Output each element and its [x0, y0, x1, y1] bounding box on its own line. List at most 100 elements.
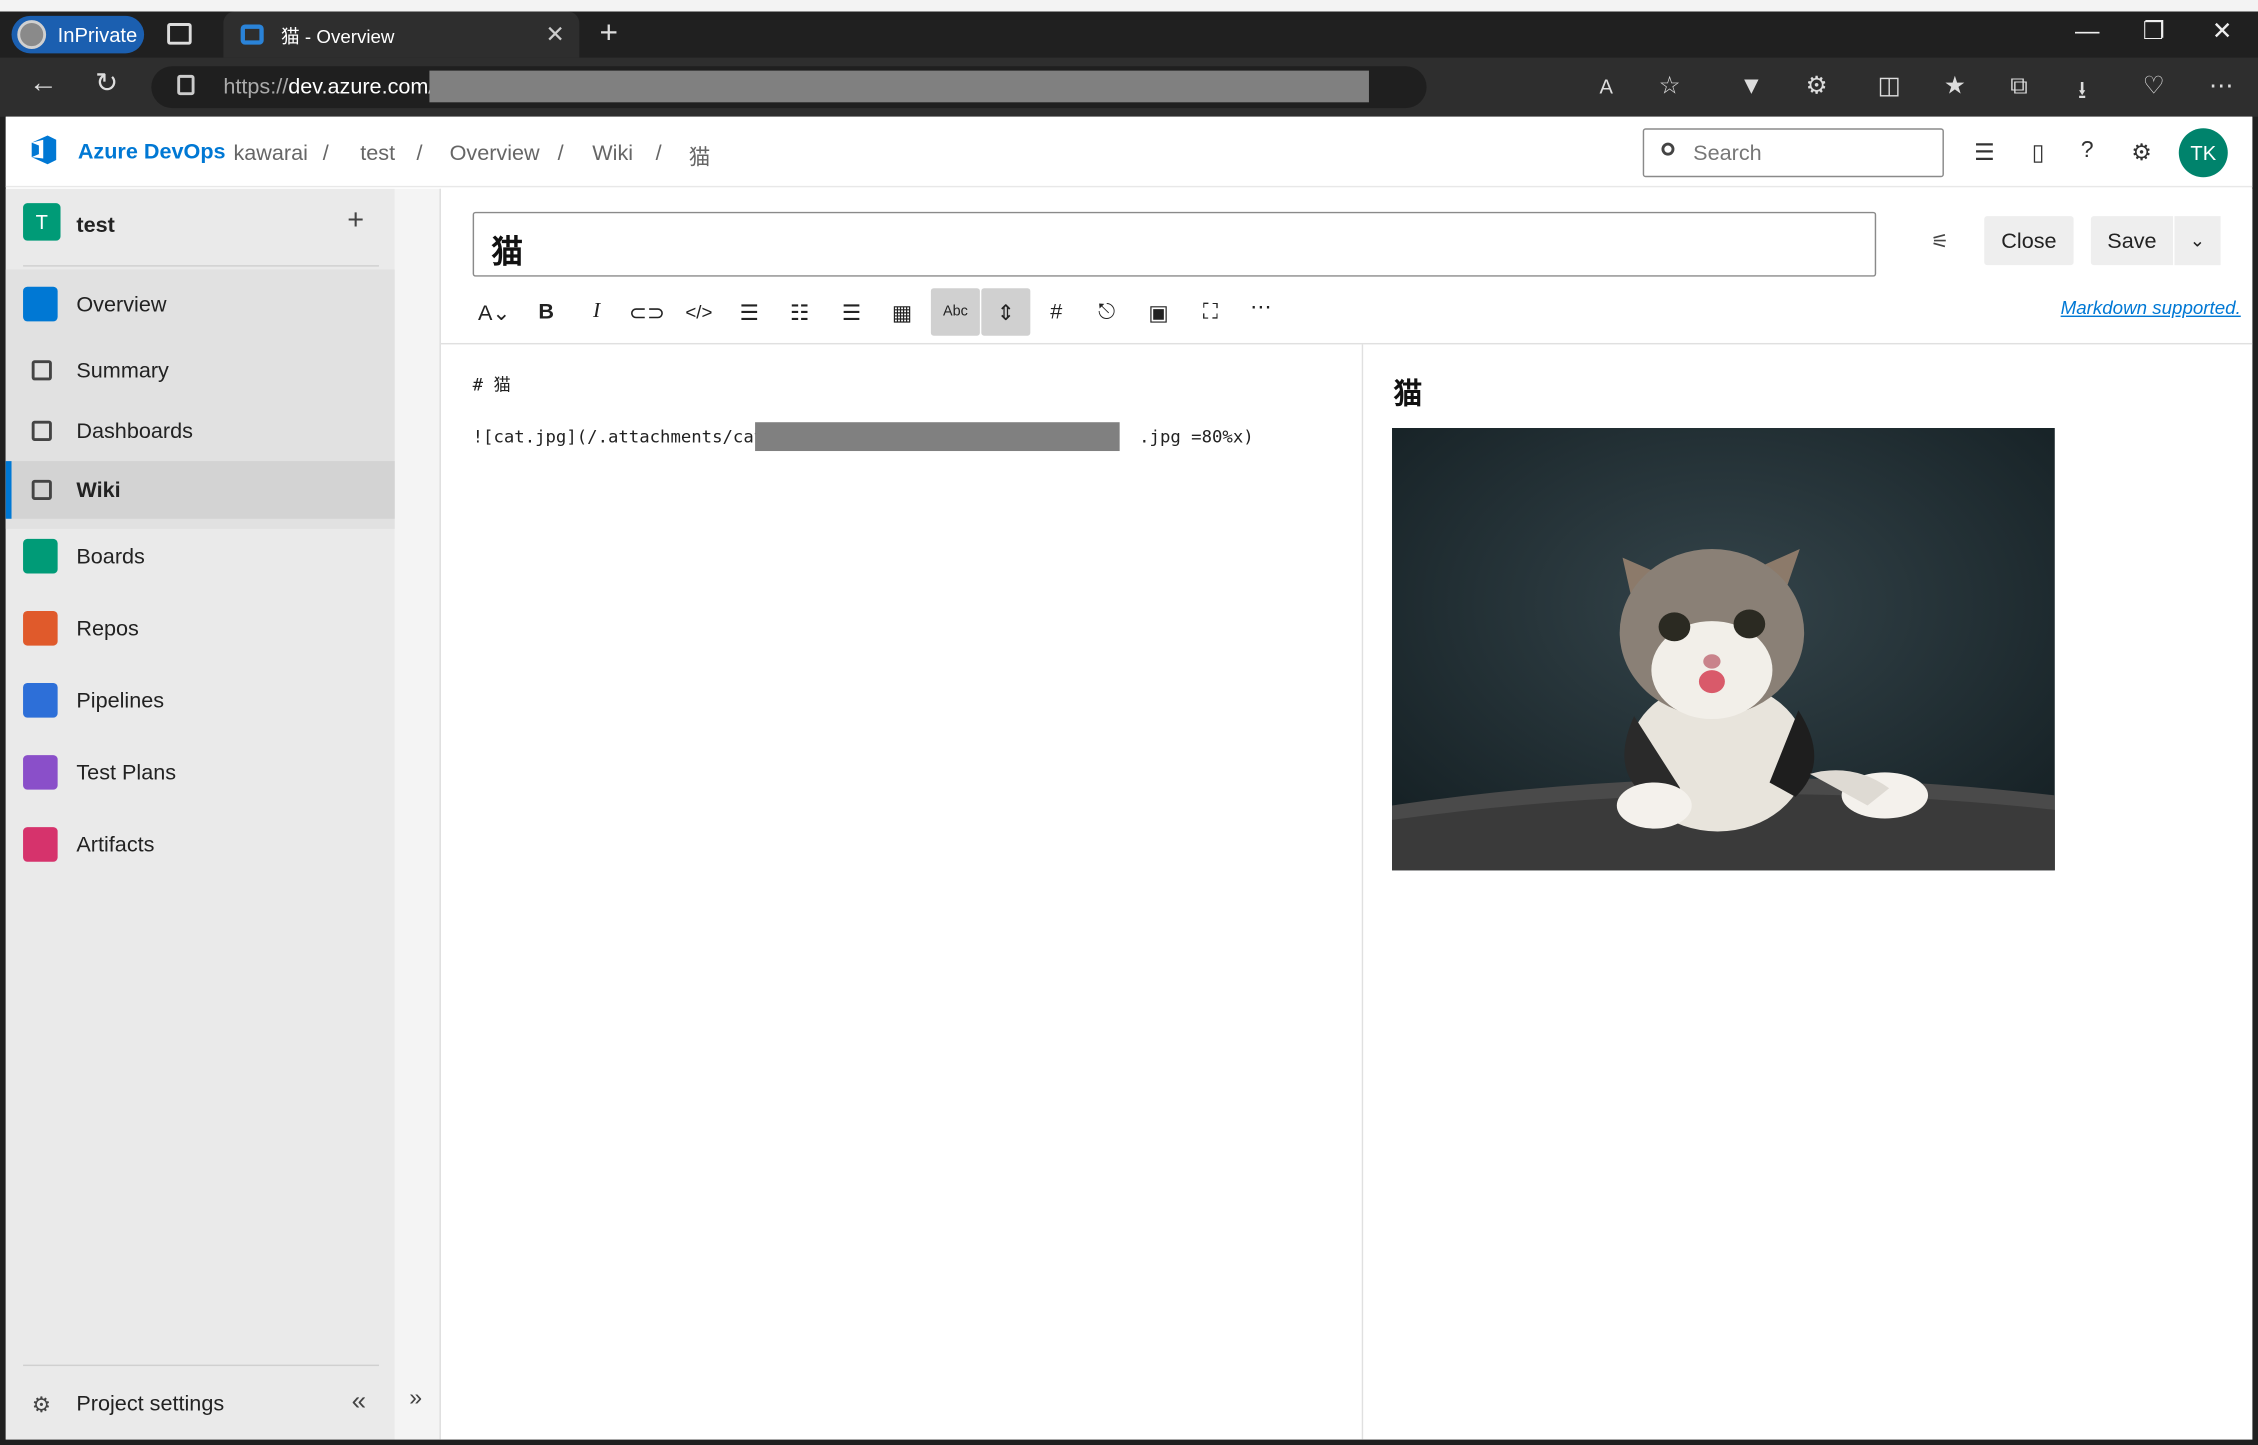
breadcrumb-separator: / [655, 141, 662, 166]
expand-tree-icon[interactable]: » [409, 1386, 422, 1412]
tab-title: 猫 - Overview [280, 25, 395, 47]
markdown-supported-link[interactable]: Markdown supported. [2061, 297, 2241, 319]
italic-icon[interactable]: I [572, 288, 621, 336]
summary-icon [31, 360, 52, 381]
wiki-tree-rail: » [394, 188, 441, 1440]
save-options-chevron-icon[interactable]: ⌄ [2174, 216, 2221, 266]
scroll-sync-icon[interactable]: ⇕ [981, 288, 1031, 336]
pipelines-icon [23, 683, 58, 718]
split-screen-icon[interactable]: ◫ [1878, 72, 1901, 101]
inprivate-badge[interactable]: InPrivate [11, 15, 145, 54]
spell-check-icon[interactable]: Abc [930, 288, 980, 336]
page-title-input[interactable]: 猫 [472, 211, 1877, 277]
breadcrumb-separator: / [322, 141, 329, 166]
address-field[interactable]: https://dev.azure.com/ [151, 66, 1427, 109]
refresh-icon[interactable]: ↻ [95, 68, 118, 101]
overview-icon [23, 286, 58, 322]
breadcrumb-org[interactable]: kawarai [233, 141, 307, 165]
close-tab-icon[interactable]: ✕ [546, 20, 565, 49]
favorites-icon[interactable]: ★ [1944, 72, 1966, 101]
workspaces-icon[interactable] [167, 23, 192, 45]
window-close-icon[interactable]: ✕ [2212, 17, 2233, 46]
close-button[interactable]: Close [1984, 216, 2074, 266]
project-settings-link[interactable]: Project settings [76, 1392, 224, 1416]
sidebar-item-pipelines[interactable]: Pipelines [6, 672, 395, 730]
save-button[interactable]: Save [2090, 216, 2174, 266]
search-input[interactable]: Search [1642, 128, 1944, 178]
breadcrumb-overview[interactable]: Overview [450, 141, 540, 165]
sidebar-item-artifacts[interactable]: Artifacts [6, 816, 395, 874]
breadcrumb-wiki[interactable]: Wiki [592, 141, 633, 165]
address-bar-row: ← ↻ https://dev.azure.com/ A ☆ ▼ ⚙ ◫ ★ ⧉… [0, 57, 2258, 117]
more-options-icon[interactable]: ⋯ [1236, 282, 1285, 330]
sidebar-item-dashboards[interactable]: Dashboards [6, 402, 395, 460]
add-icon[interactable]: + [347, 205, 364, 238]
editor-preview-splitter[interactable] [1361, 344, 1364, 1440]
project-name[interactable]: test [76, 213, 114, 237]
sidebar-item-overview[interactable]: Overview [6, 275, 395, 333]
sidebar-item-wiki[interactable]: Wiki [5, 461, 395, 519]
minimize-icon[interactable]: — [2075, 17, 2099, 46]
back-icon[interactable]: ← [29, 68, 58, 101]
settings-more-icon[interactable]: ⋯ [2209, 72, 2233, 101]
preview-heading: 猫 [1393, 378, 1423, 411]
boards-icon [23, 538, 58, 574]
search-placeholder: Search [1693, 141, 1762, 166]
collections-icon[interactable]: ⧉ [2010, 72, 2027, 101]
bullet-list-icon[interactable]: ☰ [725, 288, 774, 336]
collapse-sidebar-icon[interactable]: « [352, 1386, 366, 1416]
url-text: https://dev.azure.com/ [223, 74, 434, 100]
work-items-list-icon[interactable]: ☰ [1974, 138, 1995, 167]
marketplace-bag-icon[interactable]: ▯ [2032, 138, 2045, 167]
wiki-editor: 猫 ⚟ Close Save ⌄ A⌄ B I ⊂⊃ </> ☰ ☷ ☰ ▦ A… [440, 188, 2253, 1440]
sidebar-item-repos[interactable]: Repos [6, 599, 395, 657]
azure-devops-logo-icon[interactable] [27, 134, 59, 166]
sidebar-item-label: Pipelines [76, 688, 165, 713]
sidebar-item-test-plans[interactable]: Test Plans [6, 744, 395, 802]
sidebar-item-summary[interactable]: Summary [6, 342, 395, 400]
code-icon[interactable]: </> [674, 288, 723, 336]
extension-v-icon[interactable]: ▼ [1739, 72, 1763, 101]
favorite-star-icon[interactable]: ☆ [1659, 72, 1681, 101]
downloads-icon[interactable]: ⭳ [2078, 72, 2087, 114]
breadcrumb-page[interactable]: 猫 [689, 141, 711, 171]
screen: InPrivate 猫 - Overview ✕ + — ❐ ✕ ← ↻ htt… [0, 0, 2258, 1445]
user-settings-icon[interactable]: ⚙ [2131, 138, 2152, 167]
markdown-text: .jpg =80%x) [1139, 426, 1254, 447]
sidebar-item-label: Overview [76, 291, 167, 317]
attachment-icon[interactable]: ⎋ [1082, 288, 1131, 336]
restore-icon[interactable]: ❐ [2143, 17, 2165, 46]
format-style-icon[interactable]: A⌄ [470, 288, 519, 336]
browser-tab-bar: InPrivate 猫 - Overview ✕ + — ❐ ✕ [0, 11, 2258, 58]
mermaid-diagram-icon[interactable]: ⛶ [1186, 288, 1235, 336]
markdown-line[interactable]: # 猫 [473, 372, 511, 396]
breadcrumb-separator: / [416, 141, 423, 166]
browser-essentials-icon[interactable]: ♡ [2143, 72, 2165, 101]
breadcrumb-project[interactable]: test [360, 141, 395, 165]
browser-tab[interactable]: 猫 - Overview ✕ [223, 11, 580, 58]
redaction-block [755, 422, 1120, 452]
sidebar-item-boards[interactable]: Boards [6, 527, 395, 585]
artifacts-icon [23, 827, 58, 862]
dashboards-icon [31, 420, 52, 441]
page-settings-icon[interactable]: ⚟ [1931, 229, 1949, 253]
sidebar-item-label: Summary [76, 358, 169, 383]
cat-photo [1392, 427, 2055, 871]
project-avatar: T [23, 203, 61, 241]
new-tab-icon[interactable]: + [599, 14, 618, 51]
azure-devops-favicon-icon [240, 24, 264, 45]
brand-link[interactable]: Azure DevOps [78, 140, 226, 164]
numbered-list-icon[interactable]: ☷ [775, 288, 824, 336]
help-icon[interactable]: ? [2081, 138, 2094, 164]
link-icon[interactable]: ⊂⊃ [623, 288, 672, 336]
task-list-icon[interactable]: ☰ [827, 288, 876, 336]
sidebar-item-label: Test Plans [76, 760, 177, 785]
user-avatar[interactable]: TK [2178, 128, 2228, 178]
extensions-icon[interactable]: ⚙ [1806, 72, 1828, 101]
bold-icon[interactable]: B [522, 288, 571, 336]
sidebar-item-label: Wiki [76, 477, 121, 503]
read-aloud-icon[interactable]: A [1600, 75, 1613, 98]
insert-code-clipboard-icon[interactable]: ▣ [1134, 288, 1183, 336]
table-icon[interactable]: ▦ [878, 288, 927, 336]
heading-hash-icon[interactable]: # [1032, 288, 1081, 336]
